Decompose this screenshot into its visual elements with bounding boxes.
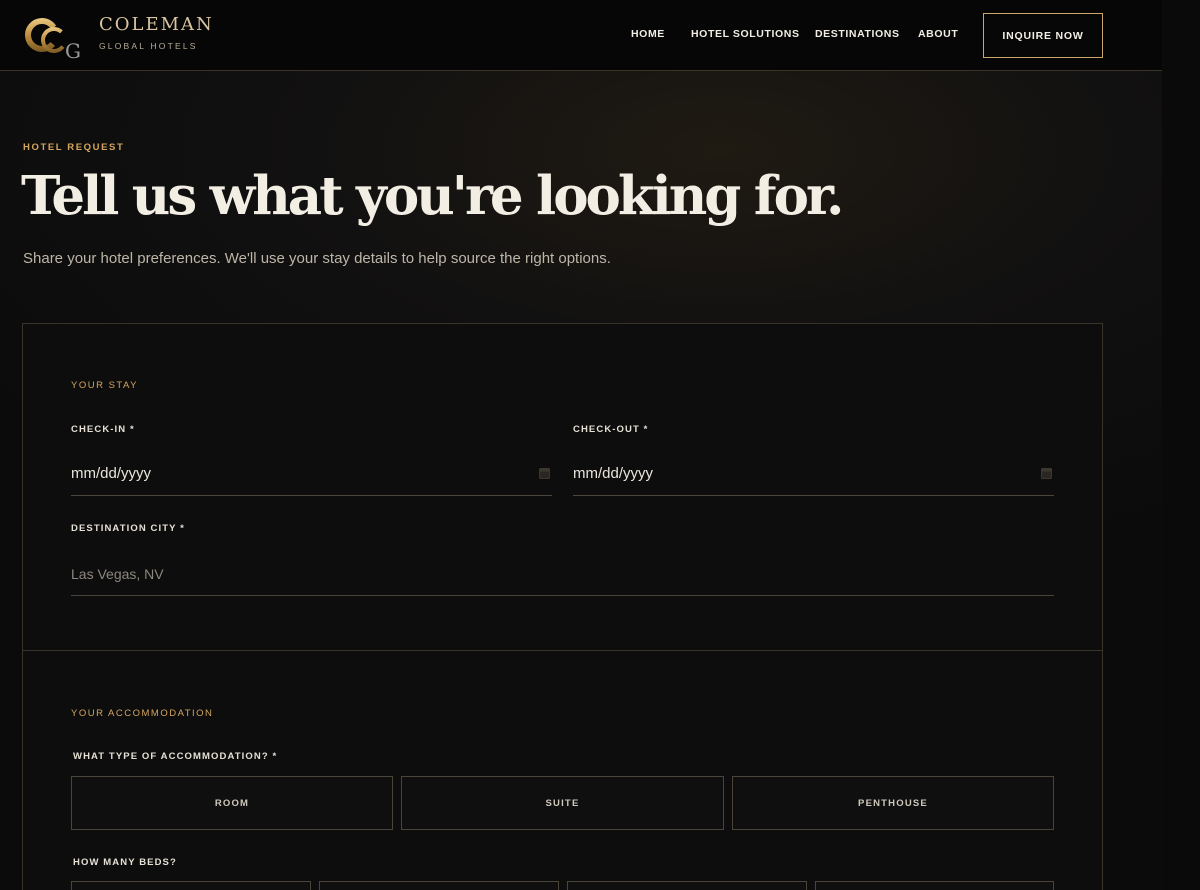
svg-text:G: G	[65, 39, 81, 61]
option-suite[interactable]: SUITE	[401, 776, 724, 830]
section-divider	[23, 650, 1102, 651]
destination-city-placeholder: Las Vegas, NV	[71, 565, 164, 582]
logo-icon[interactable]: G	[25, 11, 85, 61]
calendar-icon[interactable]	[539, 467, 550, 479]
brand-name[interactable]: COLEMAN	[99, 14, 214, 35]
hero-eyebrow: HOTEL REQUEST	[23, 142, 125, 153]
checkout-input[interactable]: mm/dd/yyyy	[573, 452, 1054, 496]
bed-option[interactable]	[319, 881, 559, 890]
accommodation-type-label: WHAT TYPE OF ACCOMMODATION? *	[73, 751, 278, 762]
nav-hotel-solutions[interactable]: HOTEL SOLUTIONS	[691, 28, 800, 40]
option-penthouse[interactable]: PENTHOUSE	[732, 776, 1054, 830]
section-your-accommodation: YOUR ACCOMMODATION	[71, 708, 214, 719]
nav-about[interactable]: ABOUT	[918, 28, 958, 40]
checkout-value: mm/dd/yyyy	[573, 465, 654, 482]
destination-city-label: DESTINATION CITY *	[71, 523, 185, 534]
brand-tagline: GLOBAL HOTELS	[99, 41, 198, 51]
section-your-stay: YOUR STAY	[71, 380, 138, 391]
bed-option[interactable]	[567, 881, 807, 890]
checkout-label: CHECK-OUT *	[573, 424, 649, 435]
bed-option[interactable]	[815, 881, 1054, 890]
scrollbar-track[interactable]	[1162, 0, 1200, 890]
site-header: G COLEMAN GLOBAL HOTELS HOME HOTEL SOLUT…	[0, 0, 1162, 71]
checkin-value: mm/dd/yyyy	[71, 465, 152, 482]
nav-destinations[interactable]: DESTINATIONS	[815, 28, 900, 40]
page-title: Tell us what you're looking for.	[21, 165, 844, 227]
calendar-icon[interactable]	[1041, 467, 1052, 479]
nav-home[interactable]: HOME	[631, 28, 665, 40]
beds-label: HOW MANY BEDS?	[73, 857, 177, 868]
page-subtitle: Share your hotel preferences. We'll use …	[23, 250, 611, 267]
checkin-label: CHECK-IN *	[71, 424, 135, 435]
destination-city-input[interactable]: Las Vegas, NV	[71, 552, 1054, 596]
bed-option[interactable]	[71, 881, 311, 890]
inquire-now-button[interactable]: INQUIRE NOW	[983, 13, 1103, 58]
checkin-input[interactable]: mm/dd/yyyy	[71, 452, 552, 496]
option-room[interactable]: ROOM	[71, 776, 393, 830]
hotel-request-form: YOUR STAY CHECK-IN * mm/dd/yyyy CHECK-OU…	[22, 323, 1103, 890]
